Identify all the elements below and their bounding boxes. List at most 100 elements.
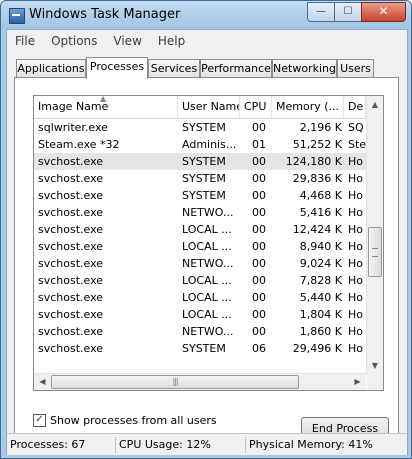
description-cell: Ho (348, 223, 364, 236)
user-name-cell: SYSTEM (182, 121, 226, 134)
scrollbar-corner (367, 374, 383, 390)
horizontal-scrollbar[interactable]: ◀ ||| ▶ (34, 373, 366, 390)
description-cell: Ho (348, 257, 364, 270)
cpu-cell: 00 (252, 223, 266, 236)
client-area: File Options View Help Applications Proc… (6, 29, 408, 455)
process-row[interactable]: svchost.exe NETWO... 00 5,416 K Ho (34, 204, 366, 221)
status-bar: Processes: 67 CPU Usage: 12% Physical Me… (7, 433, 407, 455)
cpu-cell: 06 (252, 342, 266, 355)
memory-cell: 29,836 K (292, 172, 342, 185)
image-name-cell: svchost.exe (38, 155, 104, 168)
tab-services[interactable]: Services (148, 59, 200, 77)
vertical-scrollbar[interactable]: ▲ ▼ (366, 96, 383, 374)
process-row[interactable]: sqlwriter.exe SYSTEM 00 2,196 K SQ (34, 119, 366, 136)
image-name-cell: svchost.exe (38, 308, 104, 321)
title-bar[interactable]: Windows Task Manager — ☐ ✕ (1, 1, 411, 29)
window-title: Windows Task Manager (29, 7, 181, 22)
process-list[interactable]: Image Name ▲ User Name CPU Memory (... D… (33, 95, 384, 391)
scroll-left-arrow-icon[interactable]: ◀ (34, 374, 51, 390)
process-row[interactable]: svchost.exe LOCAL ... 00 5,440 K Ho (34, 289, 366, 306)
cpu-cell: 00 (252, 308, 266, 321)
process-row[interactable]: svchost.exe LOCAL ... 00 12,424 K Ho (34, 221, 366, 238)
memory-cell: 1,804 K (299, 308, 342, 321)
process-row[interactable]: svchost.exe SYSTEM 00 124,180 K Ho (34, 153, 366, 170)
status-cpu-usage: CPU Usage: 12% (115, 437, 243, 453)
caption-buttons: — ☐ ✕ (307, 2, 406, 22)
process-row[interactable]: svchost.exe LOCAL ... 00 7,828 K Ho (34, 272, 366, 289)
cpu-cell: 00 (252, 325, 266, 338)
description-cell: Ho (348, 172, 364, 185)
image-name-cell: svchost.exe (38, 325, 104, 338)
description-cell: Ho (348, 308, 364, 321)
tab-users[interactable]: Users (337, 59, 374, 77)
description-cell: Ho (348, 291, 364, 304)
process-row[interactable]: svchost.exe SYSTEM 00 4,468 K Ho (34, 187, 366, 204)
tab-networking[interactable]: Networking (272, 59, 337, 77)
image-name-cell: svchost.exe (38, 172, 104, 185)
description-cell: Ho (348, 240, 364, 253)
show-all-users-option[interactable]: ✓ Show processes from all users (33, 414, 217, 427)
cpu-cell: 00 (252, 189, 266, 202)
scroll-up-arrow-icon[interactable]: ▲ (367, 96, 383, 113)
horizontal-scroll-thumb[interactable]: ||| (51, 375, 299, 389)
menu-help[interactable]: Help (150, 32, 193, 50)
menu-view[interactable]: View (105, 32, 149, 50)
tab-performance[interactable]: Performance (200, 59, 272, 77)
memory-cell: 9,024 K (299, 257, 342, 270)
memory-cell: 1,860 K (299, 325, 342, 338)
column-header: Image Name ▲ User Name CPU Memory (... D… (34, 96, 366, 119)
cpu-cell: 00 (252, 206, 266, 219)
menu-bar: File Options View Help (7, 32, 193, 50)
image-name-cell: sqlwriter.exe (38, 121, 108, 134)
description-cell: Ho (348, 189, 364, 202)
header-image-name[interactable]: Image Name ▲ (34, 96, 178, 118)
minimize-button[interactable]: — (307, 2, 335, 22)
description-cell: Ho (348, 274, 364, 287)
image-name-cell: svchost.exe (38, 223, 104, 236)
memory-cell: 2,196 K (299, 121, 342, 134)
process-row[interactable]: svchost.exe SYSTEM 06 29,496 K Ho (34, 340, 366, 357)
processes-panel: Image Name ▲ User Name CPU Memory (... D… (14, 77, 399, 440)
user-name-cell: SYSTEM (182, 342, 226, 355)
user-name-cell: SYSTEM (182, 189, 226, 202)
process-row[interactable]: svchost.exe NETWO... 00 9,024 K Ho (34, 255, 366, 272)
description-cell: Ho (348, 155, 364, 168)
vertical-scroll-thumb[interactable] (368, 227, 382, 277)
scroll-down-arrow-icon[interactable]: ▼ (367, 357, 383, 374)
process-row[interactable]: svchost.exe NETWO... 00 1,860 K Ho (34, 323, 366, 340)
show-all-users-checkbox[interactable]: ✓ (33, 414, 46, 427)
description-cell: SQ (348, 121, 364, 134)
menu-options[interactable]: Options (43, 32, 105, 50)
image-name-cell: svchost.exe (38, 291, 104, 304)
memory-cell: 51,252 K (292, 138, 342, 151)
tab-processes[interactable]: Processes (86, 57, 148, 79)
scroll-right-arrow-icon[interactable]: ▶ (349, 374, 366, 390)
user-name-cell: LOCAL ... (182, 308, 232, 321)
process-row[interactable]: Steam.exe *32 Adminis... 01 51,252 K Ste (34, 136, 366, 153)
process-row[interactable]: svchost.exe SYSTEM 00 29,836 K Ho (34, 170, 366, 187)
close-button[interactable]: ✕ (361, 2, 406, 22)
image-name-cell: svchost.exe (38, 274, 104, 287)
user-name-cell: Adminis... (182, 138, 237, 151)
description-cell: Ho (348, 206, 364, 219)
header-description[interactable]: De (344, 96, 366, 118)
process-row[interactable]: svchost.exe LOCAL ... 00 8,940 K Ho (34, 238, 366, 255)
maximize-button[interactable]: ☐ (334, 2, 362, 22)
user-name-cell: NETWO... (182, 206, 234, 219)
header-cpu[interactable]: CPU (240, 96, 272, 118)
cpu-cell: 00 (252, 155, 266, 168)
cpu-cell: 00 (252, 257, 266, 270)
header-user-name[interactable]: User Name (178, 96, 240, 118)
user-name-cell: NETWO... (182, 257, 234, 270)
grip-icon (372, 248, 378, 257)
process-row[interactable]: svchost.exe LOCAL ... 00 1,804 K Ho (34, 306, 366, 323)
sort-ascending-icon: ▲ (100, 96, 107, 103)
cpu-cell: 00 (252, 121, 266, 134)
description-cell: Ste (348, 138, 366, 151)
menu-file[interactable]: File (7, 32, 43, 50)
cpu-cell: 00 (252, 274, 266, 287)
tab-applications[interactable]: Applications (16, 59, 86, 77)
task-manager-icon (9, 8, 25, 24)
image-name-cell: svchost.exe (38, 342, 104, 355)
header-memory[interactable]: Memory (... (272, 96, 344, 118)
